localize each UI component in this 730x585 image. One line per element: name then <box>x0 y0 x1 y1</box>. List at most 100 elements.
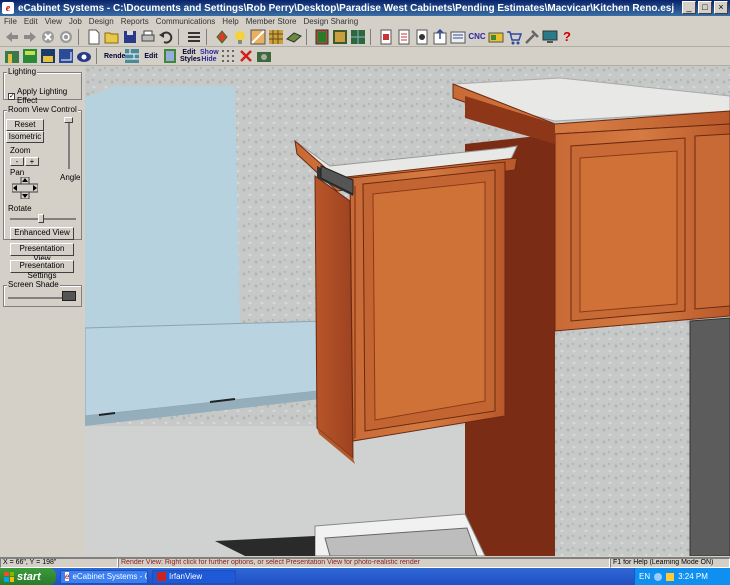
menu-view[interactable]: View <box>45 17 62 26</box>
lighting-title: Lighting <box>7 67 38 76</box>
layout-grid-icon[interactable] <box>350 29 366 45</box>
isometric-button[interactable]: Isometric <box>6 131 44 143</box>
reset-view-button[interactable]: Reset View <box>6 119 44 139</box>
plan-view-icon[interactable] <box>58 48 74 64</box>
close-button[interactable]: × <box>714 1 728 14</box>
stop-icon[interactable] <box>40 29 56 45</box>
edit-icon[interactable]: Edit <box>142 53 160 60</box>
screen-shade-slider[interactable] <box>8 297 62 299</box>
menu-job[interactable]: Job <box>69 17 82 26</box>
minimize-button[interactable]: _ <box>682 1 696 14</box>
taskbar-ecabinet-label: eCabinet Systems - C... <box>72 572 147 581</box>
render-view-icon[interactable] <box>76 48 92 64</box>
lighting-group: Lighting ✓ Apply Lighting Effect <box>3 67 82 105</box>
apply-lighting-row[interactable]: ✓ Apply Lighting Effect <box>8 87 81 105</box>
menu-design[interactable]: Design <box>89 17 114 26</box>
coordinates-readout: X = 66", Y = 198" <box>0 558 118 568</box>
toolbar-separator <box>206 28 210 45</box>
presentation-settings-button[interactable]: Presentation Settings <box>10 260 74 280</box>
language-indicator[interactable]: EN <box>639 572 650 581</box>
window-controls: _ □ × <box>682 1 728 14</box>
grid-pattern-icon[interactable] <box>268 29 284 45</box>
enhanced-view-button[interactable]: Enhanced View <box>10 227 74 240</box>
clock: 3:24 PM <box>678 572 708 581</box>
toolbar-separator <box>78 28 82 45</box>
monitor-icon[interactable] <box>542 29 558 45</box>
sheet-icon[interactable] <box>450 29 466 45</box>
open-folder-icon[interactable] <box>104 29 120 45</box>
floor-plan-icon[interactable] <box>22 48 38 64</box>
zoom-label: Zoom <box>10 146 31 155</box>
cabinet-door-right-2[interactable] <box>694 133 730 310</box>
taskbar-irfanview-label: IrfanView <box>169 572 203 581</box>
material-icon[interactable] <box>214 29 230 45</box>
forward-arrow-icon[interactable] <box>22 29 38 45</box>
panel-icon[interactable] <box>286 29 302 45</box>
screen-shade-title: Screen Shade <box>7 280 60 289</box>
new-file-icon[interactable] <box>86 29 102 45</box>
corner-cabinet-side <box>314 175 354 460</box>
toolbar-separator <box>370 28 374 45</box>
back-arrow-icon[interactable] <box>4 29 20 45</box>
camera-icon[interactable] <box>256 48 272 64</box>
render-icon[interactable]: Render <box>104 53 128 60</box>
grid-dots-icon[interactable] <box>220 48 236 64</box>
export-icon[interactable] <box>432 28 448 45</box>
ecabinet-icon: e <box>65 572 70 581</box>
shade-swatch[interactable] <box>62 291 76 301</box>
menu-edit[interactable]: Edit <box>24 17 38 26</box>
pan-control[interactable] <box>11 176 39 200</box>
angle-slider-track[interactable] <box>68 117 70 169</box>
irfanview-icon <box>157 572 166 581</box>
undo-icon[interactable] <box>158 29 174 45</box>
delete-icon[interactable] <box>238 48 254 64</box>
taskbar-ecabinet[interactable]: e eCabinet Systems - C... <box>60 569 148 584</box>
main-toolbar: CNC ? <box>0 27 730 47</box>
start-button[interactable]: start <box>0 568 56 585</box>
system-tray: EN 3:24 PM <box>634 568 730 585</box>
menu-help[interactable]: Help <box>222 17 238 26</box>
taskbar-irfanview[interactable]: IrfanView <box>152 569 236 584</box>
order-icon[interactable] <box>488 29 504 45</box>
menu-design-sharing[interactable]: Design Sharing <box>303 17 358 26</box>
apply-lighting-checkbox[interactable]: ✓ <box>8 92 15 100</box>
menu-member-store[interactable]: Member Store <box>246 17 297 26</box>
pan-arrows-icon[interactable] <box>11 176 39 200</box>
apply-lighting-label: Apply Lighting Effect <box>17 87 68 105</box>
cabinet-edit-icon[interactable] <box>162 48 178 64</box>
maximize-button[interactable]: □ <box>698 1 712 14</box>
texture-icon[interactable] <box>250 29 266 45</box>
cabinet-icon[interactable] <box>314 29 330 45</box>
wall-icon[interactable] <box>124 48 140 64</box>
menu-file[interactable]: File <box>4 17 17 26</box>
report-icon[interactable] <box>378 29 394 45</box>
volume-icon[interactable] <box>666 572 675 581</box>
cabinet-group-icon[interactable] <box>332 29 348 45</box>
cnc-icon[interactable]: CNC <box>468 33 486 41</box>
shopping-cart-icon[interactable] <box>506 29 522 45</box>
menu-communications[interactable]: Communications <box>156 17 216 26</box>
menu-reports[interactable]: Reports <box>121 17 149 26</box>
refresh-icon[interactable] <box>58 29 74 45</box>
cutlist-icon[interactable] <box>396 29 412 45</box>
elevation-icon[interactable] <box>40 48 56 64</box>
render-viewport[interactable] <box>85 66 730 556</box>
print-icon[interactable] <box>140 29 156 45</box>
room-icon[interactable] <box>4 48 20 64</box>
tools-icon[interactable] <box>524 29 540 45</box>
rotate-slider-thumb[interactable] <box>38 214 44 223</box>
help-icon[interactable]: ? <box>560 30 574 43</box>
angle-slider-thumb[interactable] <box>64 117 73 123</box>
lightbulb-icon[interactable] <box>232 29 248 45</box>
save-icon[interactable] <box>122 29 138 45</box>
show-hide-icon[interactable]: Show Hide <box>200 49 219 63</box>
app-logo-icon: e <box>2 2 14 14</box>
zoom-in-button[interactable]: + <box>25 157 39 166</box>
network-icon[interactable] <box>654 572 663 581</box>
properties-icon[interactable] <box>186 29 202 45</box>
presentation-view-button[interactable]: Presentation View <box>10 243 74 263</box>
zoom-out-button[interactable]: - <box>10 157 24 166</box>
kitchen-render[interactable] <box>85 66 730 556</box>
edit-styles-icon[interactable]: Edit Styles <box>180 49 201 63</box>
document-icon[interactable] <box>414 29 430 45</box>
